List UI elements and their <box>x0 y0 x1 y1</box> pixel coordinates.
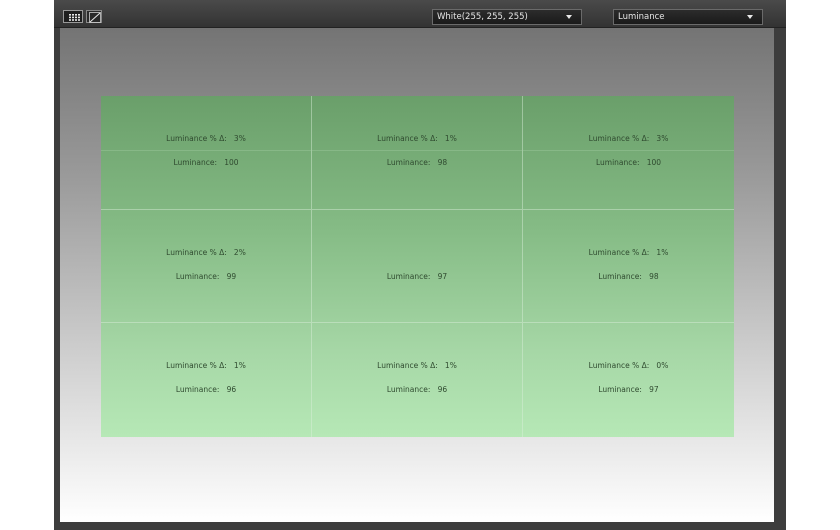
luminance-delta-line: Luminance % Δ: 3% <box>523 134 734 143</box>
measurement-canvas: Luminance % Δ: 3% Luminance: 100 Luminan… <box>60 28 774 522</box>
luminance-delta-line: Luminance % Δ: 1% <box>312 361 522 370</box>
luminance-line: Luminance: 99 <box>101 272 311 281</box>
grid-icon <box>69 14 80 21</box>
luminance-delta-line: Luminance % Δ: 0% <box>523 361 734 370</box>
cell-divider <box>523 150 734 151</box>
luminance-delta-line: Luminance % Δ: 1% <box>101 361 311 370</box>
grid-cell: Luminance % Δ: 1% Luminance: 96 <box>312 323 523 437</box>
luminance-label: Luminance: <box>598 271 642 281</box>
grid-cell: Luminance % Δ: 2% Luminance: 99 <box>101 209 312 324</box>
luminance-delta-value: 1% <box>444 134 457 143</box>
luminance-value: 96 <box>437 385 448 395</box>
luminance-delta-label: Luminance % Δ: <box>166 361 227 371</box>
color-select[interactable]: White(255, 255, 255) <box>432 9 582 25</box>
luminance-delta-label: Luminance % Δ: <box>588 134 650 143</box>
luminance-delta-value: 2% <box>233 247 246 257</box>
luminance-delta-label: Luminance % Δ: <box>588 361 650 371</box>
grid-cell: Luminance % Δ: 3% Luminance: 100 <box>101 96 312 210</box>
luminance-line: Luminance: 97 <box>312 272 522 281</box>
chevron-down-icon <box>747 15 753 19</box>
color-select-value: White(255, 255, 255) <box>437 12 528 22</box>
grid-cell: Luminance % Δ: 1% Luminance: 98 <box>312 96 523 210</box>
luminance-label: Luminance: <box>386 158 431 167</box>
luminance-delta-label: Luminance % Δ: <box>588 247 650 257</box>
luminance-delta-line: Luminance % Δ: 1% <box>523 248 734 257</box>
luminance-line: Luminance: 98 <box>312 158 522 167</box>
grid-cell-reference: Luminance: 97 <box>312 209 523 324</box>
luminance-label: Luminance: <box>175 385 220 395</box>
luminance-delta-value: 1% <box>656 247 669 257</box>
toolbar: White(255, 255, 255) Luminance <box>54 0 786 28</box>
grid-cell: Luminance % Δ: 0% Luminance: 97 <box>523 323 734 437</box>
luminance-value: 97 <box>437 271 448 281</box>
luminance-value: 98 <box>437 158 448 167</box>
luminance-delta-value: 3% <box>233 134 246 143</box>
luminance-label: Luminance: <box>598 385 642 395</box>
luminance-delta-value: 3% <box>656 134 669 143</box>
chevron-down-icon <box>566 15 572 19</box>
luminance-line: Luminance: 100 <box>523 158 734 167</box>
app-window: White(255, 255, 255) Luminance Luminance… <box>54 0 786 530</box>
luminance-value: 100 <box>224 158 239 167</box>
luminance-line: Luminance: 96 <box>312 385 522 394</box>
luminance-delta-line: Luminance % Δ: 2% <box>101 248 311 257</box>
luminance-delta-value: 1% <box>444 361 457 371</box>
luminance-value: 99 <box>226 271 237 281</box>
uniformity-grid: Luminance % Δ: 3% Luminance: 100 Luminan… <box>101 96 734 437</box>
luminance-delta-label: Luminance % Δ: <box>166 247 227 257</box>
curve-icon <box>89 12 101 23</box>
luminance-value: 96 <box>226 385 237 395</box>
luminance-label: Luminance: <box>175 271 220 281</box>
luminance-line: Luminance: 96 <box>101 385 311 394</box>
luminance-delta-label: Luminance % Δ: <box>377 361 438 371</box>
luminance-line: Luminance: 97 <box>523 385 734 394</box>
grid-cell: Luminance % Δ: 1% Luminance: 98 <box>523 210 734 324</box>
luminance-delta-label: Luminance % Δ: <box>377 134 438 143</box>
grid-cell: Luminance % Δ: 1% Luminance: 96 <box>101 323 312 437</box>
grid-view-button[interactable] <box>63 10 83 23</box>
measurement-mode-select[interactable]: Luminance <box>613 9 763 25</box>
cell-divider <box>101 150 311 151</box>
luminance-value: 98 <box>649 271 659 281</box>
luminance-value: 97 <box>649 385 659 395</box>
cell-divider <box>312 150 522 151</box>
luminance-label: Luminance: <box>595 158 640 167</box>
measurement-mode-value: Luminance <box>618 12 665 22</box>
luminance-delta-line: Luminance % Δ: 3% <box>101 134 311 143</box>
luminance-delta-value: 1% <box>233 361 246 371</box>
luminance-label: Luminance: <box>173 158 218 167</box>
luminance-delta-value: 0% <box>656 361 669 371</box>
luminance-line: Luminance: 98 <box>523 272 734 281</box>
grid-cell: Luminance % Δ: 3% Luminance: 100 <box>523 96 734 210</box>
luminance-value: 100 <box>646 158 662 167</box>
luminance-delta-line: Luminance % Δ: 1% <box>312 134 522 143</box>
luminance-label: Luminance: <box>386 385 431 395</box>
curve-view-button[interactable] <box>86 10 102 23</box>
luminance-line: Luminance: 100 <box>101 158 311 167</box>
luminance-label: Luminance: <box>386 271 431 281</box>
luminance-delta-label: Luminance % Δ: <box>166 134 227 143</box>
